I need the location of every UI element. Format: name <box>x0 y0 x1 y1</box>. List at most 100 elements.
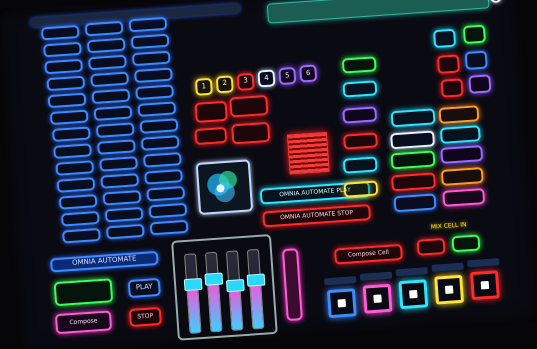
square-button-3[interactable] <box>436 54 461 74</box>
square-button-6[interactable] <box>468 74 492 94</box>
right-column-header <box>335 24 379 27</box>
left-grid-button[interactable] <box>104 206 144 223</box>
left-grid-button[interactable] <box>40 24 80 41</box>
left-grid-button[interactable] <box>146 185 186 202</box>
left-grid-button[interactable] <box>132 50 171 66</box>
omnia-automate-stop-button[interactable]: OMNIA AUTOMATE STOP <box>262 204 372 228</box>
left-grid-button[interactable] <box>135 84 175 100</box>
bottom-pad-header <box>395 267 429 277</box>
left-grid-button[interactable] <box>106 223 145 240</box>
compose-cell-button[interactable]: Compose Cell <box>333 243 403 265</box>
left-grid-button[interactable] <box>93 105 133 121</box>
left-grid-button[interactable] <box>86 37 126 54</box>
top-right-tab[interactable] <box>266 0 490 24</box>
bottom-pad-inner <box>480 280 490 290</box>
left-grid-button[interactable] <box>139 117 178 134</box>
numbered-button-5[interactable]: 5 <box>278 67 297 86</box>
left-grid-button[interactable] <box>98 155 138 172</box>
left-grid-button[interactable] <box>60 210 100 227</box>
right-column-button-1[interactable] <box>341 56 377 74</box>
left-grid-button[interactable] <box>47 92 87 109</box>
right-mid-button-2[interactable] <box>438 105 480 124</box>
circles-image-button[interactable] <box>195 159 254 215</box>
left-grid-button[interactable] <box>49 109 89 126</box>
right-mid-button-3[interactable] <box>390 130 436 150</box>
bottom-pad-4[interactable] <box>434 274 465 305</box>
numbered-button-6[interactable]: 6 <box>299 64 318 83</box>
right-mid-button-9[interactable] <box>393 193 437 213</box>
left-grid-button[interactable] <box>46 75 86 92</box>
left-grid-button[interactable] <box>144 168 184 185</box>
stop-button[interactable]: STOP <box>128 306 162 328</box>
left-grid-button[interactable] <box>140 134 180 151</box>
center-red-button-1[interactable] <box>194 100 228 123</box>
left-grid-button[interactable] <box>91 88 131 104</box>
right-column-button-5[interactable] <box>342 156 378 174</box>
mix-cell-red-button[interactable] <box>416 237 446 256</box>
left-grid-button[interactable] <box>42 41 82 58</box>
right-mid-button-1[interactable] <box>390 108 436 128</box>
right-mid-button-6[interactable] <box>440 145 484 164</box>
left-grid-button[interactable] <box>56 177 96 193</box>
settings-icon[interactable]: ⚙ <box>489 0 503 4</box>
mix-cell-green-button[interactable] <box>451 234 481 253</box>
left-grid-button[interactable] <box>148 202 187 219</box>
numbered-button-4[interactable]: 4 <box>257 69 276 88</box>
right-mid-button-10[interactable] <box>442 188 486 207</box>
left-grid-button[interactable] <box>84 20 124 37</box>
numbered-button-3[interactable]: 3 <box>236 72 255 91</box>
mixer-slider-knob[interactable] <box>204 272 224 286</box>
left-grid-button[interactable] <box>95 122 135 138</box>
left-grid-button[interactable] <box>100 172 140 189</box>
circles-icon <box>207 170 237 203</box>
right-column-button-3[interactable] <box>342 106 378 124</box>
left-grid-button[interactable] <box>97 139 136 155</box>
right-mid-button-7[interactable] <box>391 172 437 192</box>
left-grid-button[interactable] <box>102 189 142 206</box>
square-button-2[interactable] <box>462 24 486 45</box>
left-grid-button[interactable] <box>128 16 168 32</box>
left-grid-button[interactable] <box>149 219 189 235</box>
left-grid-button[interactable] <box>133 67 173 83</box>
left-grid-button[interactable] <box>137 100 177 117</box>
center-red-button-3[interactable] <box>194 126 228 146</box>
numbered-button-1[interactable]: 1 <box>194 77 213 96</box>
square-button-4[interactable] <box>464 50 488 71</box>
bottom-pad-header <box>324 276 357 286</box>
bottom-pad-3[interactable] <box>398 279 429 310</box>
left-grid-button[interactable] <box>130 33 170 49</box>
compose-button[interactable]: Compose <box>54 310 113 335</box>
left-grid-button[interactable] <box>88 54 128 71</box>
right-column-button-2[interactable] <box>341 80 377 98</box>
center-red-button-4[interactable] <box>231 121 271 145</box>
left-grid-button[interactable] <box>58 194 98 210</box>
square-button-5[interactable] <box>440 78 464 98</box>
left-grid-button[interactable] <box>90 71 129 87</box>
red-xy-pad[interactable] <box>286 131 330 175</box>
mix-cell-in-label: MIX CELL IN <box>430 221 467 231</box>
numbered-button-2[interactable]: 2 <box>215 75 234 94</box>
right-mid-button-5[interactable] <box>390 150 436 170</box>
mixer-slider-knob[interactable] <box>183 277 203 292</box>
left-grid-button[interactable] <box>62 227 102 244</box>
bottom-pad-5[interactable] <box>469 270 500 301</box>
left-grid-button[interactable] <box>142 151 182 168</box>
right-column-button-6[interactable] <box>342 180 378 198</box>
right-mid-button-8[interactable] <box>440 167 484 186</box>
bottom-pad-1[interactable] <box>326 288 357 319</box>
omnia-automate-title: OMNIA AUTOMATE <box>49 250 159 273</box>
left-grid-button[interactable] <box>51 126 91 143</box>
mixer-slider-knob[interactable] <box>246 273 266 287</box>
mixer-slider-knob[interactable] <box>225 278 245 293</box>
play-button[interactable]: PLAY <box>127 277 161 299</box>
center-red-button-2[interactable] <box>229 94 269 118</box>
right-mid-button-4[interactable] <box>439 125 481 144</box>
side-slider[interactable] <box>281 248 303 322</box>
bottom-pad-2[interactable] <box>362 283 393 314</box>
square-button-1[interactable] <box>432 28 457 49</box>
right-column-button-4[interactable] <box>342 132 378 150</box>
left-grid-button[interactable] <box>53 143 93 159</box>
bottom-left-green-button[interactable] <box>53 278 114 307</box>
left-grid-button[interactable] <box>55 160 94 176</box>
left-grid-button[interactable] <box>44 58 84 75</box>
